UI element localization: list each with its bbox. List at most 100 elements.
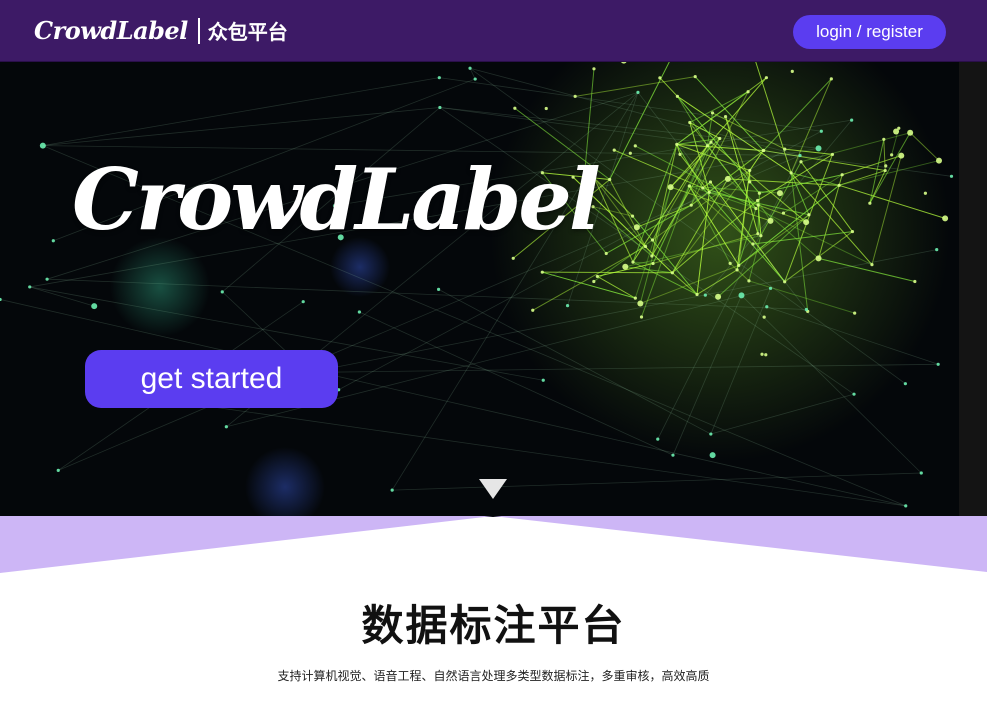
network-node: [622, 263, 629, 270]
network-node: [919, 471, 923, 475]
network-node: [756, 198, 760, 203]
network-node: [868, 201, 872, 205]
network-node: [612, 148, 616, 152]
network-node: [903, 382, 907, 386]
network-node: [695, 292, 699, 297]
network-node: [650, 254, 654, 258]
network-node: [756, 203, 760, 207]
network-node: [473, 77, 477, 81]
brand[interactable]: CrowdLabel 众包平台: [34, 16, 288, 45]
network-node: [904, 504, 908, 508]
network-node: [850, 118, 854, 122]
network-node: [870, 263, 874, 267]
network-node: [56, 468, 60, 472]
network-node: [671, 453, 675, 457]
network-node: [637, 300, 644, 307]
brand-subtitle: 众包平台: [207, 20, 288, 44]
network-node: [573, 94, 577, 98]
network-node: [630, 214, 635, 218]
network-node: [723, 115, 728, 119]
network-node: [767, 217, 774, 224]
network-node: [390, 488, 394, 492]
network-node: [592, 279, 596, 284]
network-node: [224, 425, 228, 429]
decorative-band: [0, 516, 987, 573]
network-node: [468, 66, 472, 70]
network-node: [541, 378, 545, 382]
network-line: [542, 271, 673, 274]
network-node: [693, 75, 697, 79]
network-node: [738, 292, 745, 299]
network-node: [890, 153, 894, 157]
network-node: [707, 190, 711, 194]
network-node: [798, 153, 802, 158]
network-node: [898, 152, 905, 159]
network-node: [936, 362, 940, 366]
network-node: [807, 213, 811, 217]
network-node: [804, 307, 808, 312]
network-node: [748, 180, 752, 184]
network-node: [747, 279, 751, 283]
network-node: [540, 270, 544, 274]
hero-title: CrowdLabel: [72, 150, 601, 249]
network-node: [592, 67, 596, 71]
network-node: [799, 160, 803, 164]
network-background-image: [0, 62, 987, 517]
network-node: [759, 234, 763, 238]
network-node: [776, 190, 783, 197]
network-node: [913, 279, 917, 284]
scroll-down-arrow-icon[interactable]: [479, 479, 507, 499]
landing-page: CrowdLabel 众包平台 login / register CrowdLa…: [0, 0, 987, 713]
network-node: [437, 76, 441, 80]
network-node: [837, 183, 841, 187]
network-node: [728, 261, 732, 265]
network-node: [803, 219, 810, 226]
network-node: [761, 148, 765, 153]
network-node: [701, 186, 705, 190]
network-node: [595, 274, 599, 279]
network-node: [643, 244, 648, 249]
network-node: [756, 232, 760, 236]
network-node: [936, 157, 943, 164]
network-node: [436, 287, 441, 291]
network-node: [511, 256, 515, 260]
network-node: [670, 271, 674, 275]
hero-right-edge: [959, 62, 987, 517]
network-node: [768, 286, 773, 290]
network-node: [715, 293, 722, 300]
network-node: [852, 392, 856, 396]
network-node: [633, 144, 637, 148]
section-title: 数据标注平台: [361, 601, 626, 650]
network-node: [628, 151, 632, 155]
network-node: [636, 90, 640, 94]
network-node: [942, 215, 949, 222]
login-register-button[interactable]: login / register: [793, 15, 946, 49]
network-node: [709, 452, 716, 459]
network-node: [689, 203, 693, 207]
network-node: [746, 90, 750, 94]
get-started-button[interactable]: get started: [85, 350, 338, 408]
network-node: [764, 76, 768, 80]
network-node: [764, 353, 768, 357]
network-node: [220, 290, 224, 294]
network-node: [544, 106, 548, 111]
network-node: [815, 255, 822, 262]
network-node: [633, 296, 637, 300]
network-node: [884, 164, 888, 168]
network-node: [651, 261, 655, 266]
network-node: [357, 310, 361, 314]
network-node: [737, 263, 741, 267]
network-node: [760, 352, 764, 356]
network-node: [748, 168, 752, 173]
network-node: [819, 129, 823, 133]
network-node: [883, 168, 887, 173]
network-node: [656, 437, 660, 441]
network-node: [28, 285, 32, 289]
network-node: [51, 239, 55, 243]
network-node: [633, 224, 640, 231]
network-node: [608, 177, 612, 182]
network-node: [565, 304, 570, 308]
network-node: [667, 184, 674, 191]
network-node: [830, 152, 835, 157]
network-node: [949, 174, 954, 178]
